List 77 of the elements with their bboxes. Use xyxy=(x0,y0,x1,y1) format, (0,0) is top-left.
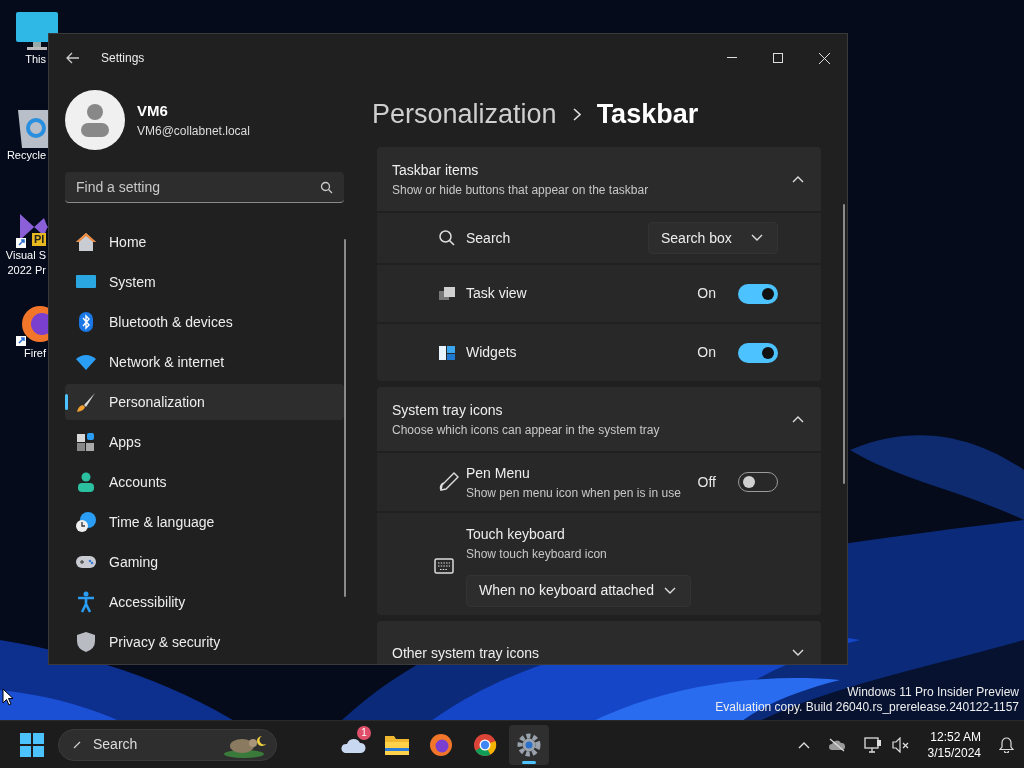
accessibility-icon xyxy=(75,591,97,613)
keyboard-icon xyxy=(434,558,454,574)
page-title: Taskbar xyxy=(596,98,699,132)
chevron-down-icon xyxy=(664,586,676,595)
watermark-text: Windows 11 Pro Insider Preview xyxy=(847,685,1019,700)
toggle-state-label: Off xyxy=(697,472,716,492)
setting-description: Show touch keyboard icon xyxy=(466,545,608,563)
section-header[interactable]: System tray icons Choose which icons can appear in the system tray xyxy=(377,387,821,451)
watermark-text: Evaluation copy. Build 26040.rs_prerelease.240122-1157 xyxy=(715,700,1019,715)
desktop-icon-label[interactable]: This xyxy=(25,52,46,67)
desktop-icon-label[interactable]: Visual S xyxy=(5,248,46,263)
user-name: VM6 xyxy=(137,100,169,121)
taskbar-search[interactable]: Search xyxy=(58,728,277,761)
dropdown[interactable]: When no keyboard attached xyxy=(466,574,691,607)
person-icon xyxy=(75,471,97,493)
maximize-icon xyxy=(773,53,783,63)
setting-label: Touch keyboard xyxy=(466,524,566,544)
nav-item[interactable]: Home xyxy=(65,224,344,260)
toggle-switch[interactable] xyxy=(738,342,778,363)
desktop-icon-label[interactable]: Recycle xyxy=(6,148,46,163)
desktop-icon-label[interactable]: Firef xyxy=(24,346,46,361)
mouse-cursor-icon xyxy=(2,688,14,706)
window-title: Settings xyxy=(101,50,145,67)
chevron-down-icon xyxy=(751,234,763,242)
taskbar-app[interactable] xyxy=(509,724,549,765)
cloud-off-icon[interactable] xyxy=(827,737,846,752)
nav-item[interactable]: Time & language xyxy=(65,504,344,540)
browser-icon xyxy=(473,732,497,757)
section-header[interactable]: Taskbar items Show or hide buttons that appear on the taskbar xyxy=(377,147,821,211)
setting-label: Task view xyxy=(466,284,528,303)
desktop-icon-label[interactable]: 2022 Pr xyxy=(7,263,46,278)
nav-item[interactable]: Privacy & security xyxy=(65,624,344,660)
taskbar-app[interactable]: 1 xyxy=(333,724,373,765)
speaker-muted-icon[interactable] xyxy=(891,736,910,753)
avatar xyxy=(65,90,125,150)
gear-icon xyxy=(517,732,541,757)
nav-item[interactable]: Network & internet xyxy=(65,344,344,380)
start-icon[interactable] xyxy=(20,732,44,757)
toggle-state-label: On xyxy=(697,343,716,362)
toggle-switch[interactable] xyxy=(738,283,778,304)
close-icon xyxy=(818,52,830,64)
browser-icon xyxy=(429,732,453,757)
nav-item[interactable]: System xyxy=(65,264,344,300)
setting-label: Pen Menu xyxy=(466,463,531,483)
clock[interactable]: 12:52 AM 3/15/2024 xyxy=(927,728,981,761)
minimize-icon xyxy=(727,57,737,59)
search-field[interactable]: Find a setting xyxy=(65,172,344,203)
setting-description: Show pen menu icon when pen is in use xyxy=(466,484,682,502)
monitor-icon xyxy=(16,12,58,52)
folder-icon xyxy=(384,733,410,756)
dropdown[interactable]: Search box xyxy=(648,222,778,254)
setting-label: Widgets xyxy=(466,343,518,362)
nav-item[interactable]: Accessibility xyxy=(65,584,344,620)
globe-clock-icon xyxy=(75,511,97,533)
nav-item[interactable]: Bluetooth & devices xyxy=(65,304,344,340)
pen-icon xyxy=(438,471,460,493)
toggle-state-label: On xyxy=(697,284,716,303)
network-icon[interactable] xyxy=(863,736,882,753)
section-header[interactable]: Other system tray icons xyxy=(377,621,821,664)
preview-badge: PI xyxy=(32,233,47,246)
chevron-right-icon xyxy=(572,108,581,121)
widgets-icon xyxy=(438,343,456,362)
nav-item[interactable]: Personalization xyxy=(65,384,344,420)
nav-item[interactable]: Accounts xyxy=(65,464,344,500)
user-email: VM6@collabnet.local xyxy=(137,123,250,141)
bell-icon[interactable] xyxy=(999,736,1014,753)
apps-icon xyxy=(75,431,97,453)
nav-item[interactable]: Apps xyxy=(65,424,344,460)
setting-label: Search xyxy=(466,228,512,248)
breadcrumb-link[interactable]: Personalization xyxy=(372,94,557,135)
nav-item[interactable]: Gaming xyxy=(65,544,344,580)
task-view-icon xyxy=(438,284,456,303)
chevron-up-icon xyxy=(797,740,810,749)
back-arrow-icon[interactable] xyxy=(66,52,80,64)
notification-badge: 1 xyxy=(357,725,371,740)
home-icon xyxy=(75,231,97,253)
shield-icon xyxy=(75,631,97,653)
